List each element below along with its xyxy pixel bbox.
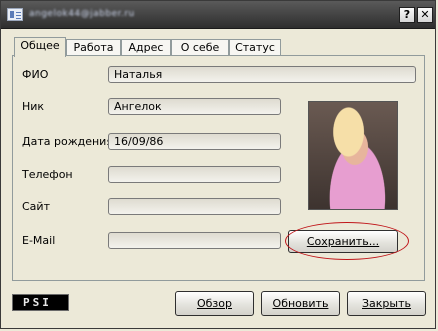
email-label: E-Mail xyxy=(22,234,56,247)
refresh-button-label: Обновить xyxy=(272,297,329,310)
close-button-label: Закрыть xyxy=(362,297,411,310)
contact-card-icon xyxy=(7,8,23,21)
close-window-button[interactable]: ✕ xyxy=(417,7,433,23)
save-button-label: Сохранить... xyxy=(306,235,380,248)
title-bar[interactable]: angelok44@jabber.ru ? ✕ xyxy=(1,1,435,29)
phone-label: Телефон xyxy=(22,168,73,181)
tab-general[interactable]: Общее xyxy=(14,37,66,57)
help-button[interactable]: ? xyxy=(399,7,415,23)
tab-status[interactable]: Статус xyxy=(229,39,281,56)
contact-info-window: angelok44@jabber.ru ? ✕ Общее Работа Адр… xyxy=(0,0,436,329)
tab-about[interactable]: О себе xyxy=(171,39,229,56)
birthdate-label: Дата рождения xyxy=(22,135,113,148)
email-field[interactable] xyxy=(108,232,281,249)
save-button[interactable]: Сохранить... xyxy=(288,230,398,253)
birthdate-field[interactable]: 16/09/86 xyxy=(108,133,281,150)
site-field[interactable] xyxy=(108,198,281,215)
nick-field[interactable]: Ангелок xyxy=(108,98,281,115)
tab-address[interactable]: Адрес xyxy=(121,39,171,56)
name-label: ФИО xyxy=(22,68,49,81)
phone-field[interactable] xyxy=(108,166,281,183)
logo: PSI xyxy=(12,294,69,311)
logo-text: PSI xyxy=(23,296,52,309)
window-title: angelok44@jabber.ru xyxy=(29,9,135,19)
browse-button[interactable]: Обзор xyxy=(175,291,254,316)
site-label: Сайт xyxy=(22,200,50,213)
nick-label: Ник xyxy=(22,100,45,113)
browse-button-label: Обзор xyxy=(196,297,232,310)
close-button[interactable]: Закрыть xyxy=(347,291,426,316)
name-field[interactable]: Наталья xyxy=(108,66,416,83)
avatar xyxy=(308,101,398,210)
tab-work[interactable]: Работа xyxy=(66,39,121,56)
refresh-button[interactable]: Обновить xyxy=(261,291,340,316)
